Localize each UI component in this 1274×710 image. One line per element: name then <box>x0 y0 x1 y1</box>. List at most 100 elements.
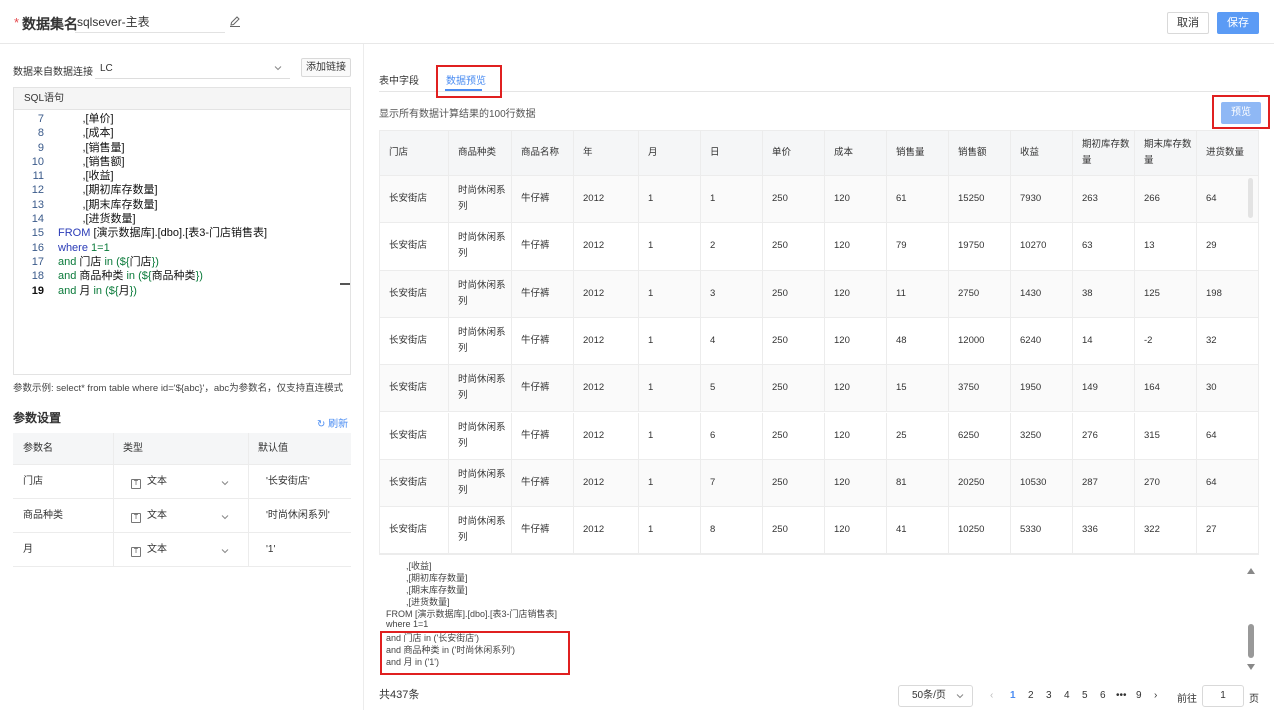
table-cell: 149 <box>1073 365 1135 412</box>
page-3[interactable]: 3 <box>1046 690 1052 701</box>
table-cell: 263 <box>1073 176 1135 223</box>
table-cell: 4 <box>701 317 763 365</box>
table-cell: 250 <box>763 176 825 223</box>
code-line: 10 ,[销售额] <box>14 155 350 169</box>
sql-preview-line: where 1=1 <box>386 619 429 629</box>
prev-page-icon[interactable]: ‹ <box>990 690 993 701</box>
table-cell: 时尚休闲系列 <box>449 365 512 412</box>
next-page-icon[interactable]: › <box>1154 690 1157 701</box>
page-4[interactable]: 4 <box>1064 690 1070 701</box>
param-header-name: 参数名 <box>23 443 53 454</box>
table-cell: 1 <box>639 365 701 412</box>
param-type-select[interactable]: T 文本 <box>131 465 167 499</box>
params-title: 参数设置 <box>13 411 62 425</box>
table-cell: 牛仔裤 <box>512 176 574 223</box>
more-pages[interactable]: ••• <box>1116 690 1127 701</box>
scroll-down-icon[interactable] <box>1247 664 1255 670</box>
table-cell: 61 <box>887 176 949 223</box>
table-cell: 3250 <box>1011 412 1073 459</box>
table-cell: 2012 <box>574 459 639 507</box>
table-cell: 长安街店 <box>380 459 449 507</box>
highlight-box <box>1212 95 1270 129</box>
param-default-value[interactable]: '1' <box>266 533 275 567</box>
table-row: 长安街店 时尚休闲系列 牛仔裤 2012 1 8 250 120 41 10250 5330 336 3… <box>380 507 1258 553</box>
add-link-button[interactable]: 添加链接 <box>301 58 351 77</box>
param-row: 门店 T 文本 '长安街店' <box>13 465 351 499</box>
param-type-select[interactable]: T 文本 <box>131 533 167 567</box>
table-cell: 15250 <box>949 176 1011 223</box>
scroll-up-icon[interactable] <box>1247 568 1255 574</box>
page-9[interactable]: 9 <box>1136 690 1142 701</box>
table-cell: 2012 <box>574 270 639 317</box>
table-cell: 14 <box>1073 317 1135 365</box>
table-cell: 120 <box>825 365 887 412</box>
dataset-name-input[interactable] <box>75 11 225 33</box>
goto-page-input[interactable]: 1 <box>1202 685 1244 707</box>
table-cell: 7930 <box>1011 176 1073 223</box>
table-cell: 6240 <box>1011 317 1073 365</box>
code-line: 11 ,[收益] <box>14 169 350 183</box>
edit-icon[interactable] <box>229 15 241 27</box>
table-cell: 1430 <box>1011 270 1073 317</box>
table-row: 长安街店 时尚休闲系列 牛仔裤 2012 1 7 250 120 81 20250 10530 287… <box>380 459 1258 508</box>
param-type-select[interactable]: T 文本 <box>131 499 167 533</box>
table-cell: 牛仔裤 <box>512 412 574 459</box>
save-button[interactable]: 保存 <box>1217 12 1259 34</box>
column-header: 成本 <box>825 131 887 175</box>
table-cell: 1 <box>639 459 701 507</box>
table-cell: 时尚休闲系列 <box>449 270 512 317</box>
table-header-row: 门店 商品种类 商品名称年月日单价 成本 销售量 销售额 收益 期初库存数量 期末库存数量 进货数… <box>380 131 1258 176</box>
table-row: 长安街店 时尚休闲系列 牛仔裤 2012 1 1 250 120 61 15250 7930 263 2… <box>380 176 1258 224</box>
table-cell: 13 <box>1135 223 1197 270</box>
table-cell: 79 <box>887 223 949 270</box>
table-cell: 287 <box>1073 459 1135 507</box>
page-6[interactable]: 6 <box>1100 690 1106 701</box>
column-header: 收益 <box>1011 131 1073 175</box>
editor-collapse-handle[interactable] <box>340 283 350 285</box>
table-cell: 1 <box>639 317 701 365</box>
code-line: 18 and 商品种类 in (${商品种类}) <box>14 269 350 283</box>
preview-description: 显示所有数据计算结果的100行数据 <box>379 109 536 120</box>
refresh-button[interactable]: ↻ 刷新 <box>317 415 348 430</box>
connection-select[interactable]: LC <box>95 59 290 79</box>
page-size-select[interactable]: 50条/页 <box>898 685 973 707</box>
table-cell: 6 <box>701 412 763 459</box>
cancel-button[interactable]: 取消 <box>1167 12 1209 34</box>
table-cell: 120 <box>825 223 887 270</box>
page-5[interactable]: 5 <box>1082 690 1088 701</box>
table-cell: 250 <box>763 270 825 317</box>
table-cell: 11 <box>887 270 949 317</box>
table-cell: 164 <box>1135 365 1197 412</box>
table-cell: 1950 <box>1011 365 1073 412</box>
code-line: 7 ,[单价] <box>14 112 350 126</box>
sql-preview-scrollbar[interactable] <box>1248 624 1254 658</box>
table-cell: 250 <box>763 507 825 553</box>
sql-editor[interactable]: SQL语句 7 ,[单价] 8 ,[成本] 9 ,[销售量] 10 ,[销售额] 11 … <box>13 87 351 375</box>
table-cell: 3750 <box>949 365 1011 412</box>
column-header: 门店 <box>380 131 449 175</box>
table-cell: 时尚休闲系列 <box>449 223 512 270</box>
table-row: 长安街店 时尚休闲系列 牛仔裤 2012 1 2 250 120 79 19750 10270 63 1… <box>380 223 1258 271</box>
sql-code[interactable]: 7 ,[单价] 8 ,[成本] 9 ,[销售量] 10 ,[销售额] 11 ,[收益] 1… <box>14 112 350 298</box>
page-1[interactable]: 1 <box>1010 690 1016 701</box>
text-type-icon: T <box>131 479 141 489</box>
table-scrollbar[interactable] <box>1248 178 1253 218</box>
param-default-value[interactable]: '时尚休闲系列' <box>266 499 330 533</box>
column-header: 商品种类 <box>449 131 512 175</box>
highlight-box <box>436 65 502 98</box>
table-cell: 10270 <box>1011 223 1073 270</box>
dataset-name-label: 数据集名 <box>22 16 78 32</box>
refresh-label: 刷新 <box>328 419 349 430</box>
table-cell: 牛仔裤 <box>512 459 574 507</box>
table-cell: 1 <box>639 223 701 270</box>
table-cell: 时尚休闲系列 <box>449 412 512 459</box>
page-2[interactable]: 2 <box>1028 690 1034 701</box>
table-cell: 266 <box>1135 176 1197 223</box>
param-default-value[interactable]: '长安街店' <box>266 465 310 499</box>
column-header: 期初库存数量 <box>1073 131 1135 175</box>
highlight-box <box>380 631 570 675</box>
table-cell: 64 <box>1197 460 1258 506</box>
tab-table-fields[interactable]: 表中字段 <box>379 72 419 87</box>
goto-label: 前往 <box>1177 694 1197 705</box>
code-line: 8 ,[成本] <box>14 126 350 140</box>
